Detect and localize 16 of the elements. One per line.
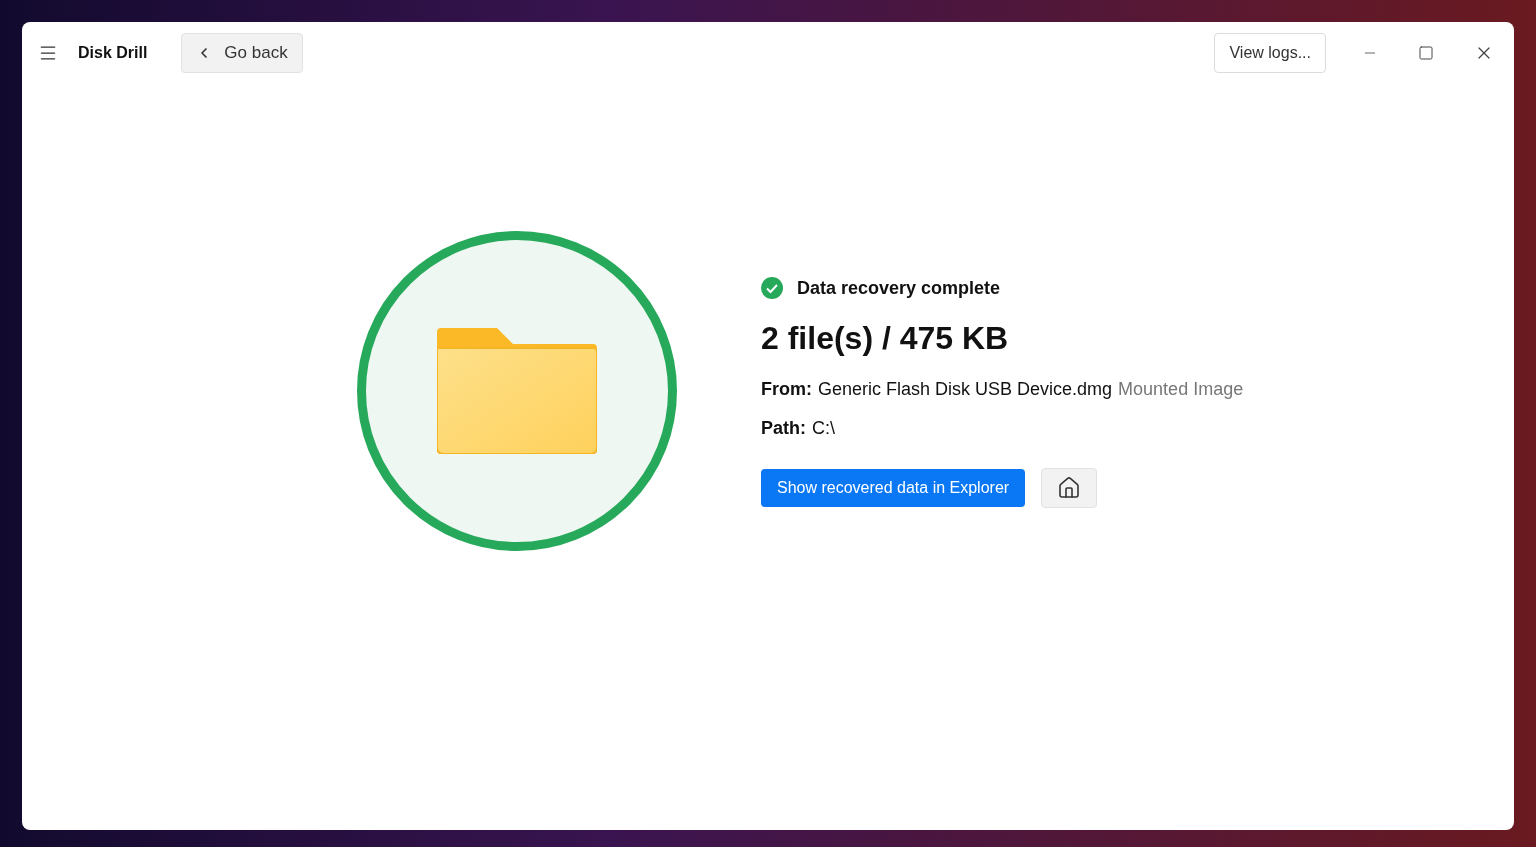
show-in-explorer-button[interactable]: Show recovered data in Explorer — [761, 468, 1026, 507]
check-circle-icon — [761, 277, 783, 299]
maximize-icon[interactable] — [1418, 45, 1434, 61]
summary-text: 2 file(s) / 475 KB — [761, 318, 1010, 358]
view-logs-button[interactable]: View logs... — [1214, 33, 1326, 73]
window-title: Disk Drill — [78, 43, 148, 63]
from-label: From: — [761, 377, 812, 401]
back-button[interactable]: Go back — [181, 33, 303, 73]
status-text: Data recovery complete — [797, 276, 1001, 300]
folder-icon — [437, 328, 597, 454]
from-type: Mounted Image — [1118, 377, 1244, 401]
home-button[interactable] — [1041, 467, 1098, 508]
home-icon — [1057, 475, 1082, 500]
path-value: C:\ — [812, 416, 835, 440]
from-value: Generic Flash Disk USB Device.dmg — [818, 377, 1113, 401]
path-label: Path: — [761, 416, 806, 440]
